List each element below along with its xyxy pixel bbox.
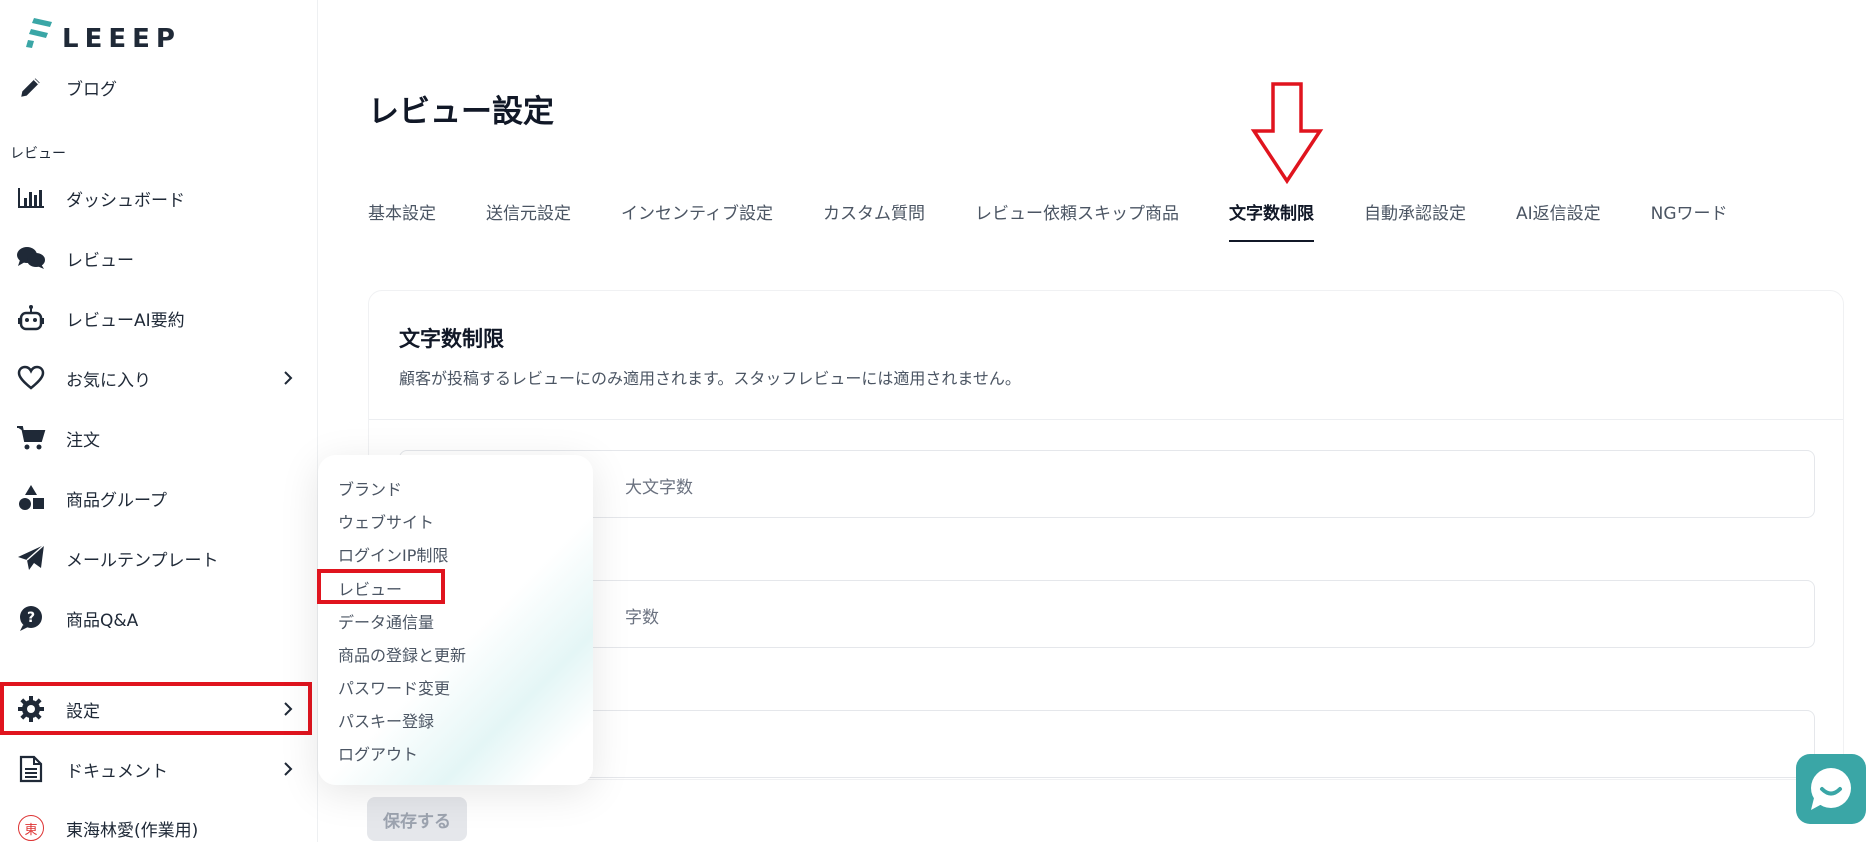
sidebar-item-product-groups[interactable]: 商品グループ [0,474,318,522]
tab-basic-settings[interactable]: 基本設定 [368,196,436,242]
shapes-icon [16,483,46,513]
sidebar-item-label: メールテンプレート [66,550,219,571]
card-title: 文字数制限 [399,327,504,351]
submenu-item-login-ip-restriction[interactable]: ログインIP制限 [338,542,448,566]
settings-highlight-box [0,682,312,735]
brand-name: LEEEP [62,24,181,54]
page-title: レビュー設定 [368,94,554,130]
question-bubble-icon: ? [16,603,46,633]
sidebar-item-label: 注文 [66,430,100,451]
submenu-item-passkey-registration[interactable]: パスキー登録 [338,708,434,732]
review-submenu-highlight-box [317,569,445,604]
sidebar-user[interactable]: 東 東海林愛(作業用) [0,804,318,842]
sidebar-item-label: 商品グループ [66,490,167,511]
sidebar-item-label: ドキュメント [66,761,168,782]
submenu-item-password-change[interactable]: パスワード変更 [338,675,450,699]
robot-icon [16,303,46,333]
sidebar-item-reviews[interactable]: レビュー [0,234,318,282]
paper-plane-icon [16,543,46,573]
sidebar-item-mail-templates[interactable]: メールテンプレート [0,534,318,582]
pencil-icon [16,72,46,102]
submenu-item-website[interactable]: ウェブサイト [338,509,434,533]
tab-sender-settings[interactable]: 送信元設定 [486,196,571,242]
tab-auto-approval[interactable]: 自動承認設定 [1364,196,1466,242]
chevron-right-icon [284,762,293,776]
third-field[interactable] [399,710,1815,778]
tab-ai-reply[interactable]: AI返信設定 [1516,196,1601,242]
sidebar-item-label: 商品Q&A [66,610,139,631]
annotation-down-arrow-icon [1250,82,1324,184]
avatar-initial: 東 [18,815,44,841]
chevron-right-icon [284,371,293,385]
submenu-item-data-usage[interactable]: データ通信量 [338,609,434,633]
tab-ng-words[interactable]: NGワード [1651,196,1728,242]
sidebar-item-label: レビュー [66,250,134,271]
sidebar-item-label: ブログ [66,79,117,100]
sidebar-item-orders[interactable]: 注文 [0,414,318,462]
tab-custom-questions[interactable]: カスタム質問 [823,196,925,242]
user-name: 東海林愛(作業用) [66,820,199,841]
max-characters-field[interactable]: 大文字数 [399,450,1815,518]
avatar: 東 [16,813,46,842]
sidebar-item-review-ai-summary[interactable]: レビューAI要約 [0,294,318,342]
sidebar-item-label: お気に入り [66,370,151,391]
save-button[interactable]: 保存する [367,797,467,841]
sidebar-item-product-qa[interactable]: ? 商品Q&A [0,594,318,642]
sidebar-item-label: レビューAI要約 [66,310,185,331]
settings-submenu: ブランド ウェブサイト ログインIP制限 レビュー データ通信量 商品の登録と更… [318,455,593,785]
brand-logo[interactable]: LEEEP [26,14,181,54]
min-characters-label: 字数 [625,608,659,628]
tab-character-limit[interactable]: 文字数制限 [1228,196,1314,242]
sidebar-item-favorites[interactable]: お気に入り [0,354,318,402]
submenu-item-logout[interactable]: ログアウト [338,741,418,765]
chat-bubbles-icon [16,243,46,273]
cart-icon [16,423,46,453]
sidebar-item-documents[interactable]: ドキュメント [0,745,318,793]
sidebar-item-label: ダッシュボード [66,190,185,211]
chat-widget-button[interactable] [1796,754,1866,824]
sidebar-item-dashboard[interactable]: ダッシュボード [0,174,318,222]
max-characters-label: 大文字数 [625,478,693,498]
settings-tabs: 基本設定 送信元設定 インセンティブ設定 カスタム質問 レビュー依頼スキップ商品… [368,196,1778,242]
tab-skip-products[interactable]: レビュー依頼スキップ商品 [975,196,1179,242]
chat-smile-icon [1811,768,1851,810]
submenu-item-brand[interactable]: ブランド [338,476,402,500]
sidebar-section-review: レビュー [10,146,66,162]
leeep-logo-mark-icon [26,18,52,48]
bar-chart-icon [16,183,46,213]
tab-incentive-settings[interactable]: インセンティブ設定 [621,196,773,242]
document-icon [16,754,46,784]
heart-icon [16,363,46,393]
min-characters-field[interactable]: 字数 [399,580,1815,648]
card-header: 文字数制限 顧客が投稿するレビューにのみ適用されます。スタッフレビューには適用さ… [369,291,1843,420]
sidebar-item-blog[interactable]: ブログ [0,63,318,111]
card-description: 顧客が投稿するレビューにのみ適用されます。スタッフレビューには適用されません。 [399,369,1021,388]
svg-text:?: ? [27,610,35,626]
submenu-item-product-registration[interactable]: 商品の登録と更新 [338,642,466,666]
